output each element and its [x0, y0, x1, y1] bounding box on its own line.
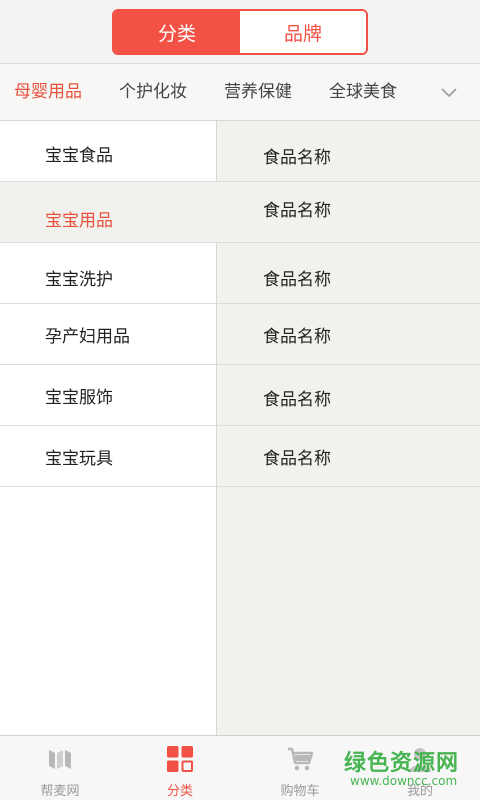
subcategory-label: 宝宝用品 — [45, 211, 113, 231]
product-name: 食品名称 — [263, 148, 331, 168]
tab-personal-care[interactable]: 个护化妆 — [119, 64, 187, 121]
tab-global-food[interactable]: 全球美食 — [329, 64, 397, 121]
subcategory-label: 宝宝服饰 — [45, 388, 113, 408]
tab-cart[interactable]: 购物车 — [240, 736, 360, 800]
product-name: 食品名称 — [263, 201, 331, 221]
user-icon — [409, 748, 431, 772]
subcategory-label: 孕产妇用品 — [45, 327, 130, 347]
tab-label: 分类 — [166, 784, 193, 799]
tab-label: 购物车 — [280, 784, 320, 799]
subcategory-menu: 宝宝食品 宝宝用品 宝宝洗护 孕产妇用品 宝宝服饰 宝宝玩具 — [0, 121, 217, 735]
subcategory-label: 宝宝洗护 — [45, 270, 113, 290]
subcategory-item-active[interactable]: 宝宝用品 — [0, 182, 217, 243]
subcategory-label: 宝宝食品 — [45, 146, 113, 166]
subcategory-item[interactable]: 孕产妇用品 — [0, 304, 217, 365]
tab-profile[interactable]: 我的 — [360, 736, 480, 800]
bangmai-logo-icon — [49, 750, 71, 769]
brand-segment-button[interactable]: 品牌 — [240, 11, 366, 53]
cart-icon — [288, 747, 314, 771]
category-segment-button[interactable]: 分类 — [114, 11, 240, 53]
grid-icon — [167, 746, 193, 772]
product-item[interactable]: 食品名称 — [217, 365, 480, 426]
subcategory-item[interactable]: 宝宝洗护 — [0, 243, 217, 304]
product-item[interactable]: 食品名称 — [217, 426, 480, 487]
product-item[interactable]: 食品名称 — [217, 304, 480, 365]
product-name: 食品名称 — [263, 390, 331, 410]
product-name: 食品名称 — [263, 270, 331, 290]
subcategory-label: 宝宝玩具 — [45, 449, 113, 469]
tab-home[interactable]: 帮麦网 — [0, 736, 120, 800]
tab-label: 我的 — [406, 784, 433, 799]
subcategory-item[interactable]: 宝宝玩具 — [0, 426, 217, 487]
product-name: 食品名称 — [263, 449, 331, 469]
product-item[interactable]: 食品名称 — [217, 121, 480, 182]
product-item[interactable]: 食品名称 — [217, 243, 480, 304]
chevron-down-icon[interactable] — [440, 84, 458, 102]
tab-maternal-baby[interactable]: 母婴用品 — [14, 64, 82, 121]
subcategory-item[interactable]: 宝宝食品 — [0, 121, 217, 182]
tab-category[interactable]: 分类 — [120, 736, 240, 800]
tab-label: 帮麦网 — [40, 784, 80, 799]
product-name: 食品名称 — [263, 327, 331, 347]
bottom-tab-bar: 帮麦网 分类 购物车 我的 — [0, 735, 480, 800]
category-tab-bar: 母婴用品 个护化妆 营养保健 全球美食 — [0, 64, 480, 121]
tab-nutrition[interactable]: 营养保健 — [224, 64, 292, 121]
top-header: 分类 品牌 — [0, 0, 480, 64]
subcategory-item[interactable]: 宝宝服饰 — [0, 365, 217, 426]
category-brand-switch: 分类 品牌 — [112, 9, 368, 55]
product-item[interactable]: 食品名称 — [217, 182, 480, 243]
product-list: 食品名称 食品名称 食品名称 食品名称 食品名称 食品名称 — [217, 121, 480, 735]
